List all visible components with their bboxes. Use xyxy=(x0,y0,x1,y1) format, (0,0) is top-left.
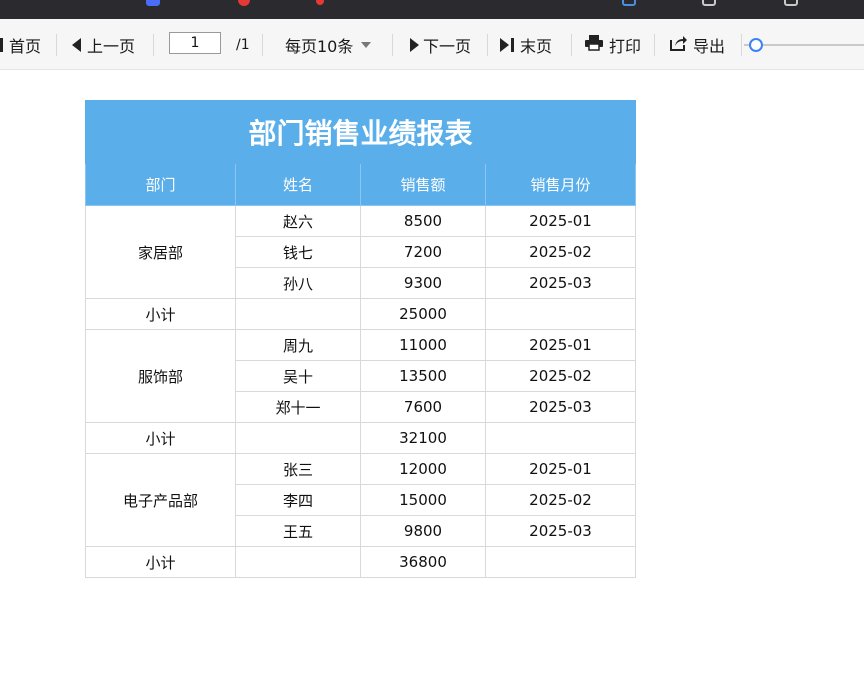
amount-cell: 13500 xyxy=(360,360,486,392)
last-page-button[interactable]: 末页 xyxy=(500,19,552,70)
empty-cell xyxy=(235,546,361,578)
column-header-month: 销售月份 xyxy=(485,163,636,206)
month-cell: 2025-03 xyxy=(485,515,636,547)
toolbar-divider xyxy=(56,34,57,56)
chevron-down-icon xyxy=(361,41,372,48)
amount-cell: 7200 xyxy=(360,236,486,268)
export-button[interactable]: 导出 xyxy=(670,19,725,70)
table-row: 电子产品部 张三 12000 2025-01 xyxy=(85,453,636,547)
name-cell: 张三 xyxy=(235,453,361,485)
name-cell: 赵六 xyxy=(235,205,361,237)
month-cell: 2025-02 xyxy=(485,360,636,392)
column-header-dept: 部门 xyxy=(85,163,236,206)
next-page-icon xyxy=(410,37,419,52)
amount-cell: 8500 xyxy=(360,205,486,237)
subtotal-row: 小计 25000 xyxy=(85,298,636,330)
last-page-label: 末页 xyxy=(520,36,553,56)
toolbar-divider xyxy=(654,34,655,56)
name-cell: 王五 xyxy=(235,515,361,547)
amount-cell: 15000 xyxy=(360,484,486,516)
subtotal-row: 小计 36800 xyxy=(85,546,636,578)
name-cell: 钱七 xyxy=(235,236,361,268)
month-cell: 2025-02 xyxy=(485,484,636,516)
print-label: 打印 xyxy=(609,36,642,56)
sales-report-table: 部门销售业绩报表 部门 姓名 销售额 销售月份 家居部 赵六 8500 2025… xyxy=(85,100,636,578)
bookmark-icon[interactable] xyxy=(146,0,160,6)
toolbar-divider xyxy=(487,34,488,56)
subtotal-row: 小计 32100 xyxy=(85,422,636,454)
name-cell: 吴十 xyxy=(235,360,361,392)
report-title: 部门销售业绩报表 xyxy=(85,100,636,164)
export-label: 导出 xyxy=(693,36,726,56)
dept-cell: 服饰部 xyxy=(85,329,236,423)
name-cell: 周九 xyxy=(235,329,361,361)
table-header-row: 部门 姓名 销售额 销售月份 xyxy=(85,163,636,206)
amount-cell: 12000 xyxy=(360,453,486,485)
month-cell: 2025-03 xyxy=(485,267,636,299)
dept-cell: 电子产品部 xyxy=(85,453,236,547)
printer-icon xyxy=(585,34,603,55)
toolbar-divider xyxy=(571,34,572,56)
bookmark-icon[interactable] xyxy=(702,0,716,6)
report-toolbar: 首页 上一页 /1 每页10条 下一页 末页 打印 导出 xyxy=(0,19,864,70)
export-icon xyxy=(670,35,687,55)
page-total: /1 xyxy=(236,36,250,53)
next-page-label: 下一页 xyxy=(423,36,472,56)
subtotal-label: 小计 xyxy=(85,298,236,330)
zoom-slider-handle[interactable] xyxy=(749,38,763,52)
toolbar-divider xyxy=(741,34,742,56)
prev-page-button[interactable]: 上一页 xyxy=(72,19,135,70)
amount-cell: 11000 xyxy=(360,329,486,361)
dept-cell: 家居部 xyxy=(85,205,236,299)
table-row: 家居部 赵六 8500 2025-01 xyxy=(85,205,636,299)
amount-cell: 9800 xyxy=(360,515,486,547)
empty-cell xyxy=(235,298,361,330)
toolbar-divider xyxy=(153,34,154,56)
empty-cell xyxy=(485,546,636,578)
subtotal-label: 小计 xyxy=(85,546,236,578)
amount-cell: 7600 xyxy=(360,391,486,423)
month-cell: 2025-01 xyxy=(485,329,636,361)
browser-bookmarks-strip xyxy=(0,0,864,19)
first-page-button[interactable]: 首页 xyxy=(0,19,41,70)
subtotal-label: 小计 xyxy=(85,422,236,454)
name-cell: 孙八 xyxy=(235,267,361,299)
page-size-label: 每页10条 xyxy=(285,36,354,56)
name-cell: 郑十一 xyxy=(235,391,361,423)
print-button[interactable]: 打印 xyxy=(585,19,641,70)
name-cell: 李四 xyxy=(235,484,361,516)
month-cell: 2025-03 xyxy=(485,391,636,423)
prev-page-label: 上一页 xyxy=(87,36,136,56)
month-cell: 2025-01 xyxy=(485,205,636,237)
month-cell: 2025-02 xyxy=(485,236,636,268)
toolbar-divider xyxy=(392,34,393,56)
column-header-name: 姓名 xyxy=(235,163,361,206)
page-size-select[interactable]: 每页10条 xyxy=(285,19,372,70)
toolbar-divider xyxy=(262,34,263,56)
month-cell: 2025-01 xyxy=(485,453,636,485)
empty-cell xyxy=(235,422,361,454)
bookmark-icon[interactable] xyxy=(238,0,250,6)
table-row: 服饰部 周九 11000 2025-01 xyxy=(85,329,636,423)
bookmark-icon[interactable] xyxy=(784,0,798,6)
column-header-amount: 销售额 xyxy=(360,163,486,206)
amount-cell: 9300 xyxy=(360,267,486,299)
bookmark-icon[interactable] xyxy=(622,0,636,6)
page-number-input[interactable] xyxy=(169,32,221,54)
subtotal-amount: 32100 xyxy=(360,422,486,454)
subtotal-amount: 36800 xyxy=(360,546,486,578)
empty-cell xyxy=(485,422,636,454)
empty-cell xyxy=(485,298,636,330)
first-page-icon xyxy=(0,37,3,52)
bookmark-icon[interactable] xyxy=(316,0,324,5)
prev-page-icon xyxy=(72,37,81,52)
first-page-label: 首页 xyxy=(9,36,42,56)
next-page-button[interactable]: 下一页 xyxy=(410,19,471,70)
subtotal-amount: 25000 xyxy=(360,298,486,330)
last-page-icon xyxy=(500,37,514,52)
